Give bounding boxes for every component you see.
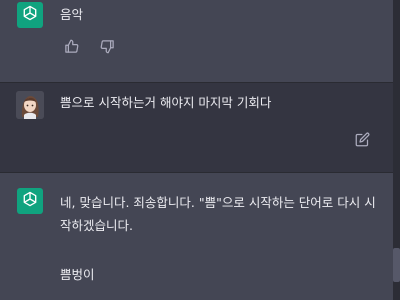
assistant-avatar [17, 2, 43, 28]
openai-logo-icon [21, 4, 39, 26]
thumbs-up-button[interactable] [63, 39, 79, 58]
assistant-avatar [17, 188, 43, 214]
assistant-followup-text: 쁨벙이 [60, 267, 95, 282]
user-message: 쁨으로 시작하는거 해야지 마지막 기회다 [0, 83, 400, 172]
edit-icon [355, 132, 370, 151]
user-message-text: 쁨으로 시작하는거 해야지 마지막 기회다 [60, 95, 272, 110]
thumbs-down-button[interactable] [99, 39, 115, 58]
assistant-message-text: 네, 맞습니다. 죄송합니다. "쁨"으로 시작하는 단어로 다시 시작하겠습니… [60, 195, 376, 233]
assistant-message: 네, 맞습니다. 죄송합니다. "쁨"으로 시작하는 단어로 다시 시작하겠습니… [0, 173, 400, 300]
user-avatar [16, 91, 44, 119]
scrollbar-thumb[interactable] [393, 248, 400, 282]
assistant-message-text: 음악 [60, 7, 84, 22]
edit-button[interactable] [354, 132, 370, 151]
openai-logo-icon [21, 190, 39, 212]
thumbs-down-icon [100, 39, 115, 58]
thumbs-up-icon [64, 39, 79, 58]
assistant-message: 음악 [0, 0, 400, 82]
